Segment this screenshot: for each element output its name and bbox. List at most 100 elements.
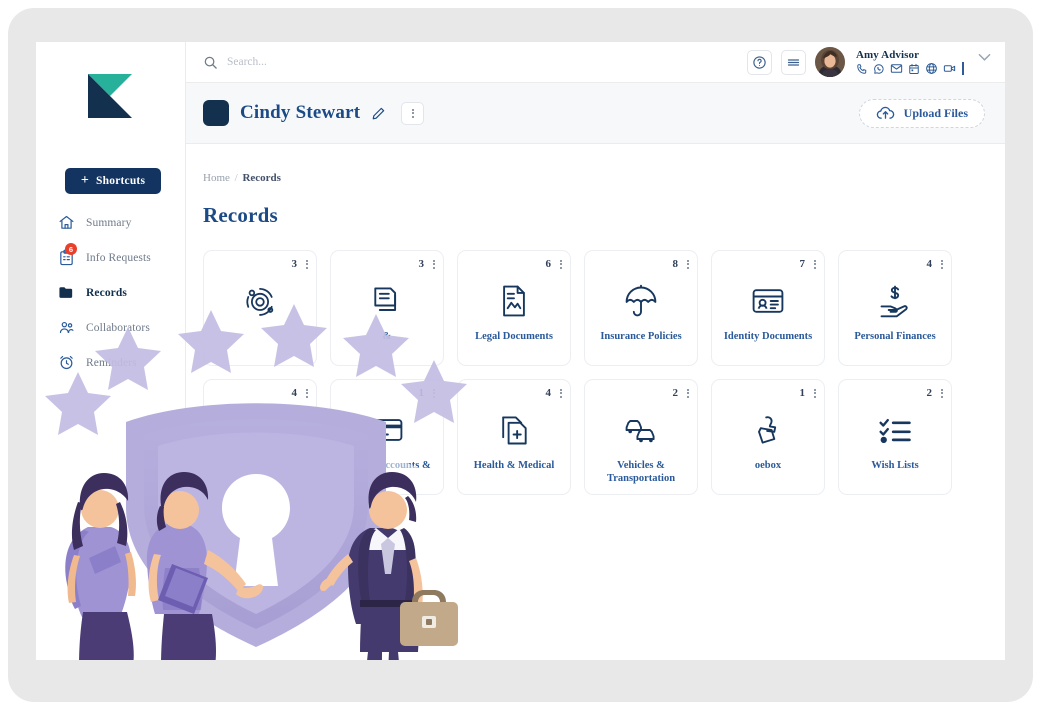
search-box[interactable]: [186, 55, 747, 70]
shortcuts-button[interactable]: + Shortcuts: [65, 168, 161, 194]
email-icon[interactable]: [890, 62, 903, 75]
pencil-icon[interactable]: [371, 106, 386, 121]
card-menu-icon[interactable]: [941, 389, 943, 398]
phone-icon[interactable]: [856, 63, 868, 75]
card-count: 6: [546, 258, 552, 270]
record-card[interactable]: 1 Service Accounts & Men: [330, 379, 444, 495]
advisor-block[interactable]: Amy Advisor: [854, 49, 965, 75]
globe-icon[interactable]: [925, 62, 938, 75]
card-top: 4: [927, 258, 944, 270]
divider-bar: [961, 62, 965, 75]
breadcrumb-current: Records: [242, 172, 281, 184]
whatsapp-icon[interactable]: [873, 63, 885, 75]
record-card[interactable]: 2Vehicles & Transportation: [584, 379, 698, 495]
profile-left: Cindy Stewart: [203, 100, 424, 126]
sidebar-nav: Summary 6 Info Requests: [36, 205, 186, 380]
card-top: 4: [292, 387, 309, 399]
sidebar-item-label: Info Requests: [86, 252, 151, 264]
card-menu-icon[interactable]: [687, 389, 689, 398]
card-count: 1: [419, 387, 425, 399]
help-button[interactable]: [747, 50, 772, 75]
chevron-down-icon[interactable]: [974, 53, 991, 72]
record-card[interactable]: 3: [203, 250, 317, 366]
record-card[interactable]: 4Personal Finances: [838, 250, 952, 366]
sidebar-item-label: Summary: [86, 217, 131, 229]
card-count: 4: [927, 258, 933, 270]
card-count: 3: [419, 258, 425, 270]
calendar-icon[interactable]: [908, 63, 920, 75]
shoebox-icon: [750, 410, 786, 450]
kebab-menu-icon: [412, 109, 414, 118]
card-menu-icon[interactable]: [560, 260, 562, 269]
record-card[interactable]: 1oebox: [711, 379, 825, 495]
shortcuts-label: Shortcuts: [96, 175, 145, 187]
medical-file-icon: [496, 410, 532, 450]
card-label: Legal Documents: [464, 330, 564, 343]
home-icon: [58, 214, 75, 231]
sidebar-item-records[interactable]: Records: [36, 275, 186, 310]
video-icon[interactable]: [943, 62, 956, 75]
atom-orbit-icon: [242, 281, 278, 321]
page-title: Cindy Stewart: [240, 102, 360, 124]
card-label: oebox: [718, 459, 818, 472]
profile-bar: Cindy Stewart: [186, 83, 1005, 144]
card-menu-icon[interactable]: [433, 260, 435, 269]
card-count: 8: [673, 258, 679, 270]
record-card[interactable]: 2Wish Lists: [838, 379, 952, 495]
menu-button[interactable]: [781, 50, 806, 75]
plus-icon: +: [81, 174, 89, 188]
profile-more-button[interactable]: [401, 102, 424, 125]
people-icon: [58, 319, 75, 336]
profile-color-swatch: [203, 100, 229, 126]
card-count: 4: [546, 387, 552, 399]
sidebar-item-summary[interactable]: Summary: [36, 205, 186, 240]
card-top: 2: [927, 387, 944, 399]
card-menu-icon[interactable]: [560, 389, 562, 398]
card-count: 4: [292, 387, 298, 399]
card-menu-icon[interactable]: [306, 389, 308, 398]
advisor-name: Amy Advisor: [856, 49, 965, 61]
kindur-logo[interactable]: [84, 68, 136, 120]
sidebar-item-reminders[interactable]: Reminders: [36, 345, 186, 380]
credit-card-icon: [369, 410, 405, 450]
house-document-icon: [242, 410, 278, 450]
breadcrumb-home[interactable]: Home: [203, 172, 230, 184]
upload-files-label: Upload Files: [904, 106, 968, 121]
card-menu-icon[interactable]: [306, 260, 308, 269]
alarm-clock-icon: [58, 354, 75, 371]
record-card[interactable]: 7Identity Documents: [711, 250, 825, 366]
top-bar-right: Amy Advisor: [747, 47, 1005, 77]
search-input[interactable]: [227, 56, 527, 68]
avatar[interactable]: [815, 47, 845, 77]
card-top: 4: [546, 387, 563, 399]
card-menu-icon[interactable]: [687, 260, 689, 269]
folder-icon: [58, 284, 75, 301]
sidebar-item-info-requests[interactable]: 6 Info Requests: [36, 240, 186, 275]
record-card[interactable]: 8Insurance Policies: [584, 250, 698, 366]
record-card[interactable]: 6 Legal Documents: [457, 250, 571, 366]
top-bar: Amy Advisor: [186, 42, 1005, 83]
record-card[interactable]: 4Health & Medical: [457, 379, 571, 495]
card-label: Vehicles & Transportation: [591, 459, 691, 486]
card-top: 3: [419, 258, 436, 270]
sidebar-item-label: Collaborators: [86, 322, 150, 334]
checklist-icon: [877, 410, 913, 450]
records-heading: Records: [203, 203, 1005, 228]
card-menu-icon[interactable]: [814, 389, 816, 398]
card-menu-icon[interactable]: [433, 389, 435, 398]
card-label: Service Accounts & Men: [337, 459, 437, 486]
card-top: 6: [546, 258, 563, 270]
card-menu-icon[interactable]: [941, 260, 943, 269]
records-card-grid: 33&6 Legal Documents 8Insurance Policies7I…: [203, 250, 968, 495]
record-card[interactable]: 3&: [330, 250, 444, 366]
record-card[interactable]: 4: [203, 379, 317, 495]
legal-document-icon: [496, 281, 532, 321]
card-count: 2: [927, 387, 933, 399]
cloud-upload-icon: [876, 105, 895, 121]
card-menu-icon[interactable]: [814, 260, 816, 269]
upload-files-button[interactable]: Upload Files: [859, 99, 985, 128]
screenshot-frame: + Shortcuts Summary 6: [0, 0, 1041, 710]
sidebar-item-collaborators[interactable]: Collaborators: [36, 310, 186, 345]
sidebar-item-label: Reminders: [86, 357, 137, 369]
card-top: 8: [673, 258, 690, 270]
